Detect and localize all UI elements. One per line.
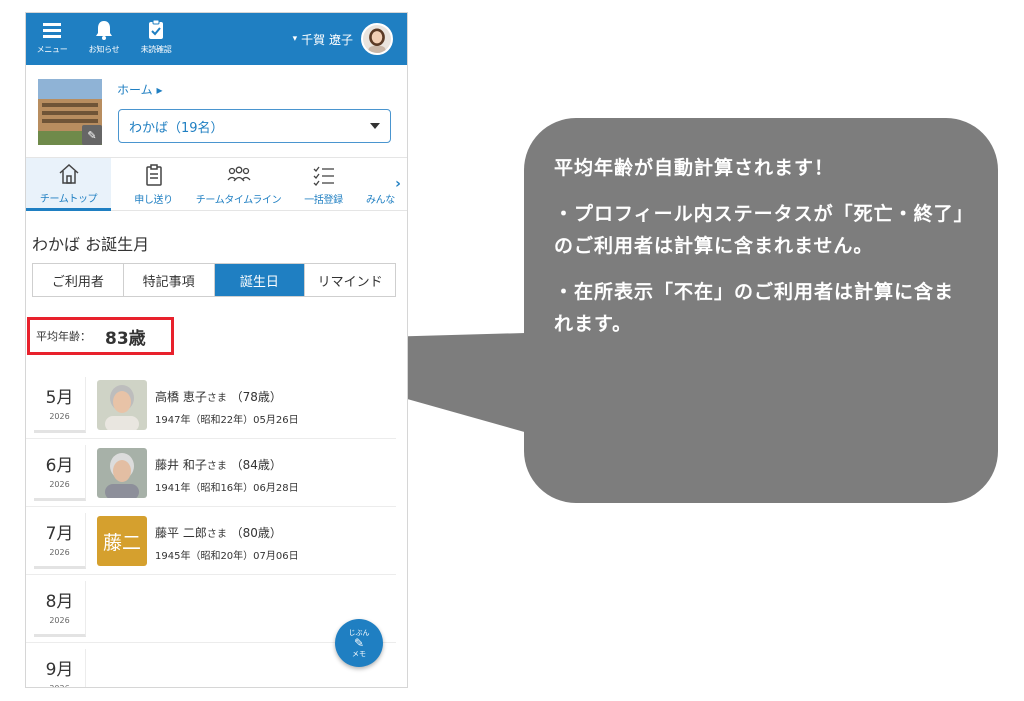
resident-name-line: 高橋 恵子さま （78歳） — [155, 388, 282, 405]
month-label: 7月 — [45, 524, 74, 544]
month-cell: 6月 2026 — [34, 445, 86, 501]
nav-team-top-label: チームトップ — [39, 193, 98, 205]
tab-birthday[interactable]: 誕生日 — [214, 264, 306, 296]
resident-age: （84歳） — [230, 458, 282, 472]
birth-date: 1941年（昭和16年）06月28日 — [155, 483, 299, 494]
segment-tabs: ご利用者 特記事項 誕生日 リマインド — [32, 263, 396, 297]
resident-name: 高橋 恵子 — [155, 390, 207, 404]
clipboard-check-icon — [149, 19, 163, 39]
callout-note-included: ・在所表示「不在」のご利用者は計算に含まれます。 — [554, 281, 955, 335]
month-label: 8月 — [45, 592, 74, 612]
avatar-photo — [363, 25, 391, 53]
user-menu[interactable]: ▾ 千賀 遼子 — [293, 22, 393, 56]
month-cell: 9月 2026 — [34, 649, 86, 687]
resident-photo — [97, 380, 147, 430]
user-avatar[interactable] — [361, 23, 393, 55]
month-cell: 7月 2026 — [34, 513, 86, 569]
year-label: 2026 — [49, 616, 70, 625]
edit-pencil-icon[interactable]: ✎ — [82, 125, 102, 145]
resident-photo — [97, 448, 147, 498]
unread-check-button[interactable]: 未読確認 — [136, 19, 176, 61]
year-label: 2026 — [34, 684, 85, 687]
resident-name: 藤井 和子 — [155, 458, 207, 472]
notification-button[interactable]: お知らせ — [84, 19, 124, 61]
team-photo[interactable]: ✎ — [38, 79, 102, 145]
nav-bulk-register[interactable]: 一括登録 — [281, 158, 366, 211]
nav-scroll-right-icon[interactable]: › — [391, 173, 405, 195]
month-cell: 5月 2026 — [34, 377, 86, 433]
menu-label: メニュー — [36, 45, 68, 54]
honorific: さま — [206, 529, 227, 540]
unread-check-label: 未読確認 — [140, 45, 172, 54]
phone-screen: メニュー お知らせ 未読確認 ▾ 千賀 遼子 ✎ ホーム ▸ わかば（19名） … — [25, 12, 408, 688]
tab-special-notes[interactable]: 特記事項 — [123, 264, 215, 296]
nav-team-timeline[interactable]: チームタイムライン — [195, 158, 282, 211]
people-group-icon — [226, 166, 251, 182]
my-memo-button[interactable]: じぶん ✎ メモ — [335, 619, 383, 667]
team-nav: チームトップ 申し送り チームタイムライン 一括登録 みんな — [26, 157, 407, 211]
breadcrumb-home[interactable]: ホーム ▸ — [117, 81, 162, 98]
average-age-highlight: 平均年齢： 83歳 — [27, 317, 174, 355]
nav-handover-label: 申し送り — [134, 195, 173, 206]
tab-reminder[interactable]: リマインド — [305, 264, 395, 296]
list-item[interactable]: 6月 2026 藤井 和子さま （84歳） 1941年（昭和16年）06月28日 — [26, 439, 396, 507]
fab-bottom-label: メモ — [352, 649, 366, 658]
year-label: 2026 — [49, 480, 70, 489]
list-item[interactable]: 7月 2026 藤二 藤平 二郎さま （80歳） 1945年（昭和20年）07月… — [26, 507, 396, 575]
bell-icon — [96, 21, 112, 40]
tab-users[interactable]: ご利用者 — [33, 264, 124, 296]
checklist-icon — [313, 166, 334, 186]
list-item[interactable]: 5月 2026 高橋 恵子さま （78歳） 1947年（昭和22年）05月26日 — [26, 371, 396, 439]
top-bar: メニュー お知らせ 未読確認 ▾ 千賀 遼子 — [26, 13, 407, 65]
pencil-icon: ✎ — [353, 635, 365, 650]
team-select[interactable]: わかば（19名） — [118, 109, 391, 143]
month-label: 6月 — [45, 456, 74, 476]
resident-age: （80歳） — [230, 526, 282, 540]
callout-note-excluded: ・プロフィール内ステータスが「死亡・終了」のご利用者は計算に含まれません。 — [554, 203, 965, 257]
chevron-down-icon — [370, 123, 380, 129]
hamburger-icon — [43, 23, 61, 38]
month-cell: 8月 2026 — [34, 581, 86, 637]
notification-label: お知らせ — [88, 45, 120, 54]
month-label: 9月 — [45, 660, 74, 680]
nav-handover[interactable]: 申し送り — [111, 158, 196, 211]
month-label: 5月 — [45, 388, 74, 408]
home-icon — [59, 163, 78, 184]
caret-down-icon: ▾ — [292, 34, 298, 44]
menu-button[interactable]: メニュー — [32, 19, 72, 61]
honorific: さま — [206, 393, 227, 404]
honorific: さま — [206, 461, 227, 472]
nav-team-timeline-label: チームタイムライン — [195, 195, 282, 206]
resident-age: （78歳） — [230, 390, 282, 404]
clipboard-list-icon — [145, 164, 162, 186]
year-label: 2026 — [49, 412, 70, 421]
callout-headline: 平均年齢が自動計算されます！ — [554, 157, 835, 179]
user-name: 千賀 遼子 — [301, 32, 353, 47]
team-select-value: わかば（19名） — [129, 120, 224, 136]
birth-date: 1947年（昭和22年）05月26日 — [155, 415, 299, 426]
nav-team-top[interactable]: チームトップ — [26, 158, 111, 211]
resident-initials-avatar: 藤二 — [97, 516, 147, 566]
average-age-label: 平均年齢： — [36, 330, 91, 343]
page-title: わかば お誕生月 — [32, 235, 150, 254]
nav-bulk-register-label: 一括登録 — [304, 195, 343, 206]
birth-date: 1945年（昭和20年）07月06日 — [155, 551, 299, 562]
resident-name-line: 藤平 二郎さま （80歳） — [155, 524, 282, 541]
resident-name-line: 藤井 和子さま （84歳） — [155, 456, 282, 473]
average-age-value: 83歳 — [105, 328, 146, 349]
year-label: 2026 — [49, 548, 70, 557]
resident-name: 藤平 二郎 — [155, 526, 207, 540]
explanation-callout: 平均年齢が自動計算されます！ ・プロフィール内ステータスが「死亡・終了」のご利用… — [524, 118, 998, 503]
